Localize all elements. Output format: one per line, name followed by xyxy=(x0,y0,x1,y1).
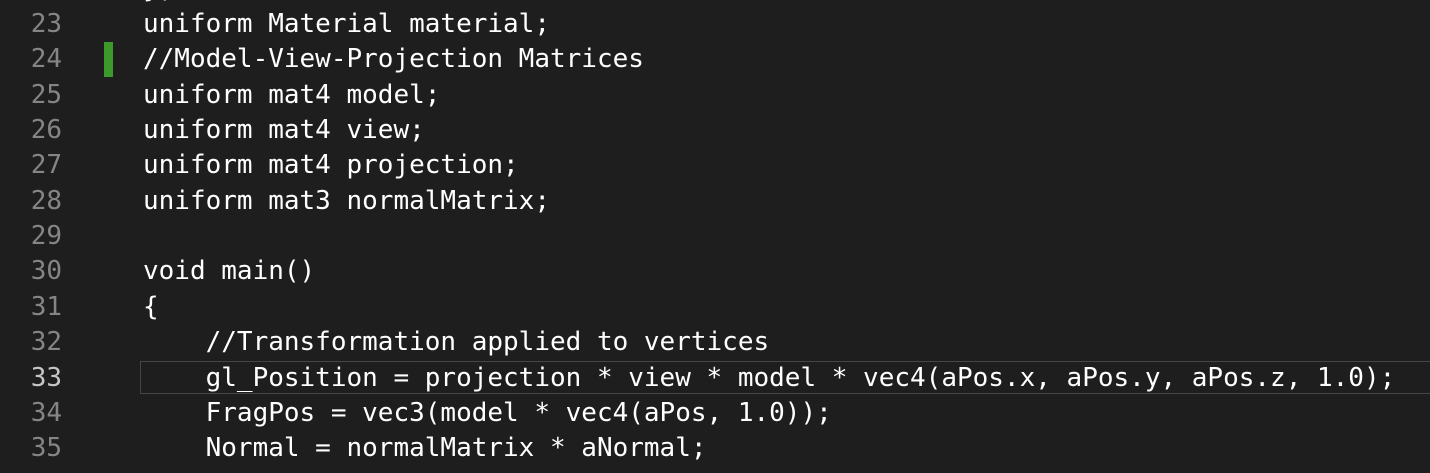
line-number: 24 xyxy=(30,44,62,74)
line-number: 25 xyxy=(30,80,62,110)
code-line[interactable]: 31 { xyxy=(0,290,1430,325)
code-line[interactable]: 34 FragPos = vec3(model * vec4(aPos, 1.0… xyxy=(0,396,1430,431)
code-text[interactable]: }; xyxy=(143,0,174,7)
line-number: 26 xyxy=(30,115,62,145)
line-number: 31 xyxy=(30,292,62,322)
line-number: 29 xyxy=(30,221,62,251)
git-modified-indicator[interactable] xyxy=(104,42,113,77)
code-text[interactable]: { xyxy=(143,290,159,325)
line-number-active: 33 xyxy=(30,363,62,393)
line-number: 27 xyxy=(30,150,62,180)
line-number: 34 xyxy=(30,398,62,428)
code-text[interactable]: gl_Position = projection * view * model … xyxy=(143,361,1396,396)
code-text[interactable]: void main() xyxy=(143,254,315,289)
code-text[interactable]: //Model-View-Projection Matrices xyxy=(143,42,644,77)
code-editor[interactable]: 22 }; 23 uniform Material material; 24 /… xyxy=(0,0,1430,473)
code-text[interactable]: uniform Material material; xyxy=(143,7,550,42)
code-line[interactable]: 23 uniform Material material; xyxy=(0,7,1430,42)
line-number: 32 xyxy=(30,327,62,357)
code-line[interactable]: 32 //Transformation applied to vertices xyxy=(0,325,1430,360)
code-line[interactable]: 28 uniform mat3 normalMatrix; xyxy=(0,184,1430,219)
code-text[interactable]: Normal = normalMatrix * aNormal; xyxy=(143,431,707,466)
code-line[interactable]: 25 uniform mat4 model; xyxy=(0,78,1430,113)
code-line[interactable]: 35 Normal = normalMatrix * aNormal; xyxy=(0,431,1430,466)
code-text[interactable]: uniform mat3 normalMatrix; xyxy=(143,184,550,219)
code-text[interactable]: //Transformation applied to vertices xyxy=(143,325,770,360)
line-number: 28 xyxy=(30,186,62,216)
code-line[interactable]: 27 uniform mat4 projection; xyxy=(0,148,1430,183)
line-number: 23 xyxy=(30,9,62,39)
line-number: 30 xyxy=(30,256,62,286)
code-text[interactable]: uniform mat4 model; xyxy=(143,78,440,113)
code-line-current[interactable]: 33 gl_Position = projection * view * mod… xyxy=(0,361,1430,396)
line-number: 22 xyxy=(0,0,62,7)
code-line-partial[interactable]: 22 }; xyxy=(0,0,1430,7)
code-text[interactable]: uniform mat4 projection; xyxy=(143,148,519,183)
code-text[interactable]: FragPos = vec3(model * vec4(aPos, 1.0)); xyxy=(143,396,832,431)
code-text[interactable]: uniform mat4 view; xyxy=(143,113,425,148)
code-line[interactable]: 26 uniform mat4 view; xyxy=(0,113,1430,148)
code-line[interactable]: 24 //Model-View-Projection Matrices xyxy=(0,42,1430,77)
code-line[interactable]: 30 void main() xyxy=(0,254,1430,289)
line-number: 35 xyxy=(30,433,62,463)
code-line[interactable]: 29 xyxy=(0,219,1430,254)
